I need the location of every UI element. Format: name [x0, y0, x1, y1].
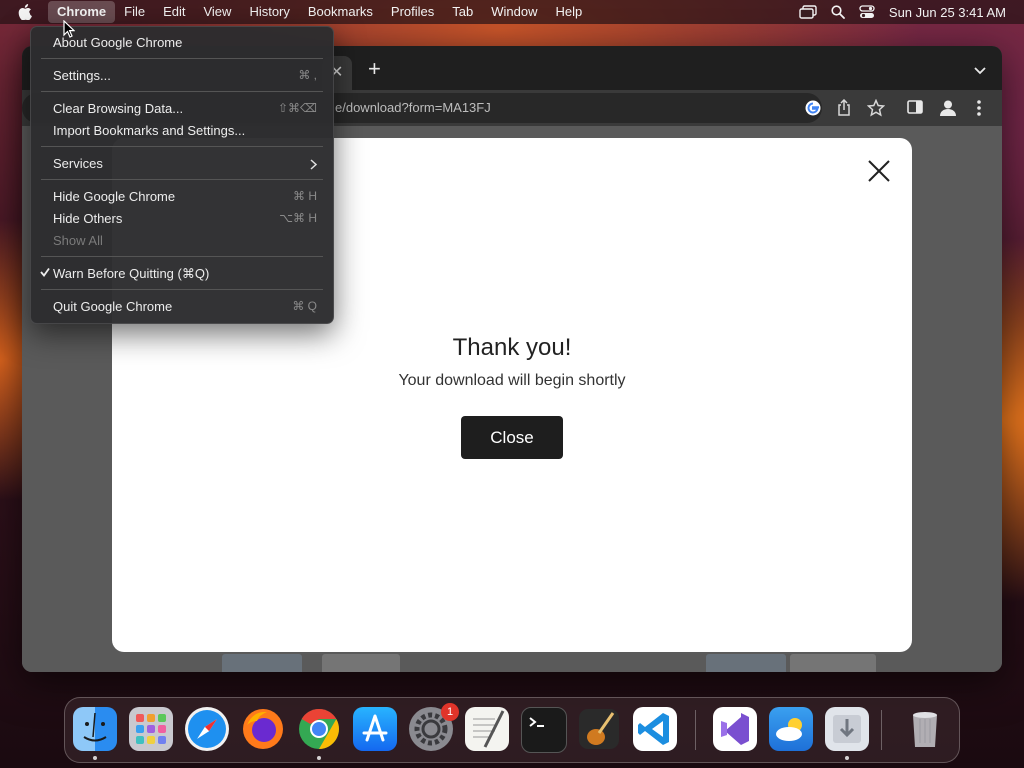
menu-history[interactable]: History: [240, 1, 298, 23]
menu-item-services[interactable]: Services: [31, 152, 333, 174]
launchpad-icon[interactable]: [129, 707, 173, 751]
garageband-icon[interactable]: [577, 707, 621, 751]
trash-icon[interactable]: [903, 707, 947, 751]
menu-separator: [41, 146, 323, 147]
profile-avatar-icon[interactable]: [938, 99, 958, 122]
menu-bookmarks[interactable]: Bookmarks: [299, 1, 382, 23]
background-thumbnail: [322, 654, 400, 672]
app-store-icon[interactable]: [353, 707, 397, 751]
dock-divider: [695, 710, 696, 750]
menu-item-shortcut: ⇧⌘⌫: [277, 101, 317, 115]
new-tab-icon[interactable]: +: [368, 58, 381, 80]
apple-icon[interactable]: [18, 4, 36, 20]
background-thumbnail: [706, 654, 786, 672]
menu-item-hide-google-chrome[interactable]: Hide Google Chrome ⌘ H: [31, 185, 333, 207]
menu-profiles[interactable]: Profiles: [382, 1, 443, 23]
bookmark-star-icon[interactable]: [866, 98, 886, 122]
menu-item-label: Hide Others: [53, 211, 123, 226]
menu-bar: Chrome File Edit View History Bookmarks …: [0, 0, 1024, 24]
background-thumbnail: [222, 654, 302, 672]
menu-window[interactable]: Window: [482, 1, 546, 23]
chrome-menu-kebab-icon[interactable]: [976, 99, 982, 122]
menu-item-settings[interactable]: Settings... ⌘ ,: [31, 64, 333, 86]
menu-item-label: Quit Google Chrome: [53, 299, 173, 314]
menu-item-quit-google-chrome[interactable]: Quit Google Chrome ⌘ Q: [31, 295, 333, 317]
control-center-icon[interactable]: [859, 5, 875, 19]
menu-help[interactable]: Help: [547, 1, 592, 23]
menubar-clock[interactable]: Sun Jun 25 3:41 AM: [889, 5, 1006, 20]
checkmark-icon: [40, 265, 50, 280]
terminal-icon[interactable]: [521, 707, 567, 753]
dialog-close-icon[interactable]: [868, 160, 890, 187]
screen-mirroring-icon[interactable]: [799, 5, 817, 19]
menu-item-shortcut: ⌥⌘ H: [279, 211, 317, 225]
running-indicator: [317, 756, 321, 760]
menu-item-warn-before-quitting[interactable]: Warn Before Quitting (⌘Q): [31, 262, 333, 284]
menu-item-show-all: Show All: [31, 229, 333, 251]
weather-icon[interactable]: [769, 707, 813, 751]
chrome-icon[interactable]: [297, 707, 341, 751]
menu-item-about[interactable]: About Google Chrome: [31, 31, 333, 53]
address-bar-url: e/download?form=MA13FJ: [335, 100, 491, 115]
menu-item-hide-others[interactable]: Hide Others ⌥⌘ H: [31, 207, 333, 229]
menu-item-shortcut: ⌘ H: [293, 189, 317, 203]
textedit-icon[interactable]: [465, 707, 509, 751]
submenu-chevron-right-icon: [310, 158, 318, 173]
menu-separator: [41, 256, 323, 257]
menu-item-shortcut: ⌘ ,: [298, 68, 317, 82]
running-indicator: [845, 756, 849, 760]
tab-search-chevron-icon[interactable]: [974, 62, 986, 80]
vscode-icon[interactable]: [633, 707, 677, 751]
menu-item-label: Show All: [53, 233, 103, 248]
menu-edit[interactable]: Edit: [154, 1, 194, 23]
menu-separator: [41, 91, 323, 92]
safari-icon[interactable]: [185, 707, 229, 751]
menu-item-label: Settings...: [53, 68, 111, 83]
menu-item-label: Import Bookmarks and Settings...: [53, 123, 246, 138]
mouse-pointer-icon: [63, 19, 76, 43]
google-lens-icon[interactable]: [804, 99, 822, 122]
side-panel-icon[interactable]: [907, 99, 923, 120]
share-icon[interactable]: [836, 98, 852, 122]
menu-separator: [41, 58, 323, 59]
background-thumbnail: [790, 654, 876, 672]
dock: 1: [64, 697, 960, 763]
menu-item-label: Clear Browsing Data...: [53, 101, 184, 116]
menu-separator: [41, 179, 323, 180]
menu-file[interactable]: File: [115, 1, 154, 23]
menu-item-clear-browsing-data[interactable]: Clear Browsing Data... ⇧⌘⌫: [31, 97, 333, 119]
finder-icon[interactable]: [73, 707, 117, 751]
running-indicator: [93, 756, 97, 760]
menu-view[interactable]: View: [194, 1, 240, 23]
firefox-icon[interactable]: [241, 707, 285, 751]
visual-studio-icon[interactable]: [713, 707, 757, 751]
menu-item-import-bookmarks[interactable]: Import Bookmarks and Settings...: [31, 119, 333, 141]
menu-item-label: Services: [53, 156, 103, 171]
downloads-icon[interactable]: [825, 707, 869, 751]
dialog-subtitle: Your download will begin shortly: [398, 372, 626, 389]
chrome-app-menu: About Google Chrome Settings... ⌘ , Clea…: [30, 26, 334, 324]
spotlight-search-icon[interactable]: [831, 5, 845, 19]
dialog-title: Thank you!: [452, 334, 572, 361]
dock-divider: [881, 710, 882, 750]
menu-item-label: Warn Before Quitting (⌘Q): [53, 266, 210, 281]
menu-item-shortcut: ⌘ Q: [292, 299, 317, 313]
menu-separator: [41, 289, 323, 290]
notification-badge: 1: [441, 703, 459, 721]
menu-item-label: Hide Google Chrome: [53, 189, 176, 204]
dialog-close-button[interactable]: Close: [461, 416, 563, 459]
menu-tab[interactable]: Tab: [443, 1, 482, 23]
menu-chrome[interactable]: Chrome: [48, 1, 116, 23]
